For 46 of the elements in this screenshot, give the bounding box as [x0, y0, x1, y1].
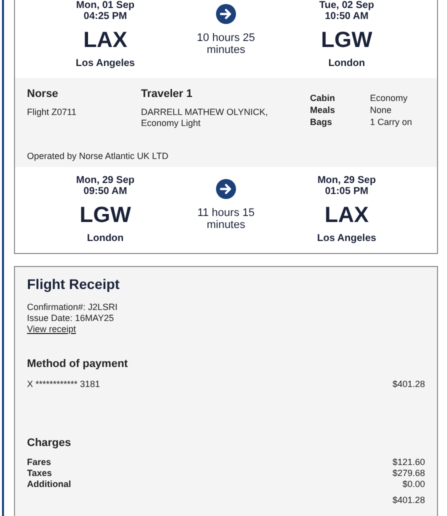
charge-amount: $121.60 [392, 457, 425, 468]
confirmation-number: Confirmation#: J2LSRI [27, 302, 119, 313]
airline-name: Norse [27, 87, 60, 101]
info-value: None [370, 105, 393, 117]
flight-number: Flight Z0711 [27, 107, 78, 118]
city-name: London [328, 58, 365, 70]
receipt-title: Flight Receipt [27, 275, 121, 293]
flight-date: Tue, 02 Sep [319, 0, 374, 11]
info-label: Bags [310, 117, 334, 129]
flight-date: Mon, 29 Sep [317, 175, 376, 186]
traveler-heading: Traveler 1 [141, 87, 194, 101]
total-amount: $401.28 [392, 495, 425, 506]
airport-code: LGW [320, 28, 372, 52]
flight-time: 01:05 PM [324, 186, 368, 197]
flight-duration: 10 hours 25 minutes [196, 32, 256, 56]
flight-duration: 11 hours 15 minutes [196, 207, 256, 231]
city-name: Los Angeles [76, 58, 135, 70]
charge-label: Additional [27, 479, 71, 490]
flight-time: 09:50 AM [84, 186, 128, 197]
charge-label: Taxes [27, 468, 52, 479]
airport-code: LAX [83, 28, 128, 52]
flight-time: 04:25 PM [84, 11, 127, 22]
info-label: Cabin [310, 93, 336, 105]
section-heading: Method of payment [27, 357, 129, 371]
airport-code: LGW [80, 203, 131, 227]
charge-amount: $0.00 [402, 479, 425, 490]
city-name: London [87, 233, 124, 245]
payment-amount: $401.28 [392, 379, 425, 390]
flight-time: 10:50 AM [324, 11, 368, 22]
view-receipt-link[interactable]: View receipt [27, 324, 76, 335]
operator-note: Operated by Norse Atlantic UK LTD [27, 151, 170, 162]
traveler-name: DARRELL MATHEW OLYNICK, Economy Light [141, 107, 269, 129]
info-value: Economy [370, 93, 409, 105]
info-value: 1 Carry on [370, 117, 412, 129]
issue-date: Issue Date: 16MAY25 [27, 313, 115, 324]
section-heading: Charges [27, 436, 72, 450]
charge-amount: $279.68 [392, 468, 425, 479]
arrow-right-icon [216, 4, 236, 24]
flight-date: Mon, 01 Sep [76, 0, 134, 11]
arrow-right-icon [216, 179, 236, 199]
city-name: Los Angeles [317, 233, 376, 245]
flight-date: Mon, 29 Sep [76, 175, 134, 186]
airport-code: LAX [324, 203, 369, 227]
card-number: X ************ 3181 [27, 379, 100, 390]
info-label: Meals [310, 105, 336, 117]
charge-label: Fares [27, 457, 52, 468]
